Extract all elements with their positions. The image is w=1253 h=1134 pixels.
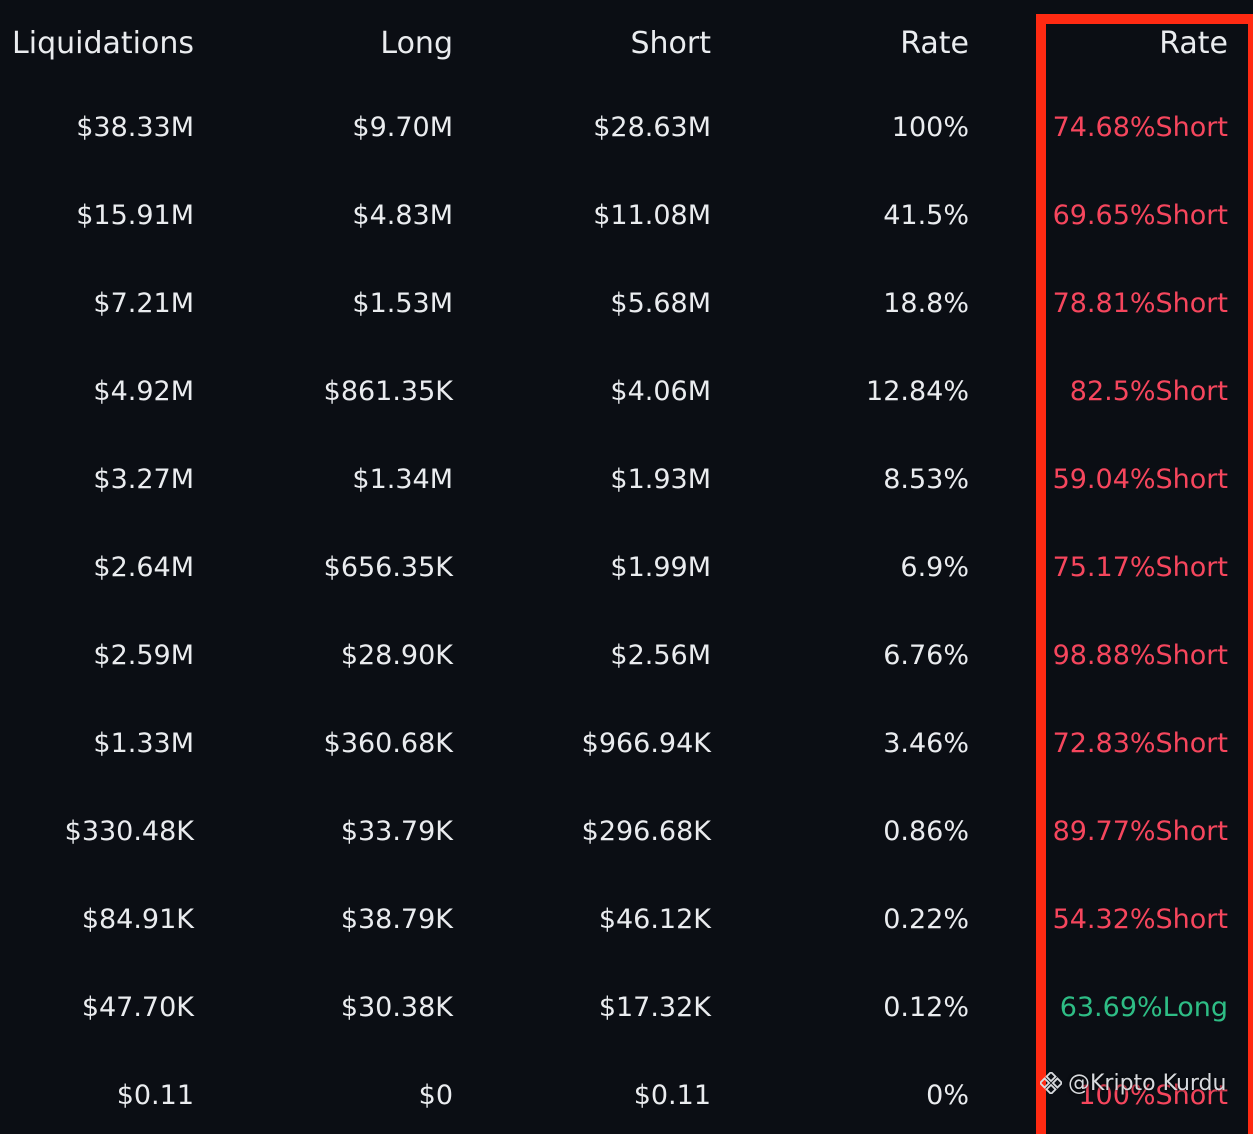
cell-short: $966.94K: [581, 728, 711, 759]
cell-rate: 18.8%: [883, 288, 969, 319]
cell-rate: 3.46%: [883, 728, 969, 759]
cell-long: $38.79K: [340, 904, 453, 935]
cell-side-rate: 72.83%Short: [1052, 728, 1228, 759]
cell-liquidations: $2.59M: [93, 640, 194, 671]
table-row[interactable]: $2.59M $28.90K $2.56M 6.76% 98.88%Short: [0, 626, 1253, 686]
cell-rate: 0.12%: [883, 992, 969, 1023]
cell-short: $11.08M: [593, 200, 711, 231]
cell-long: $1.34M: [352, 464, 453, 495]
cell-short: $5.68M: [610, 288, 711, 319]
cell-liquidations: $2.64M: [93, 552, 194, 583]
cell-side-rate: 63.69%Long: [1059, 992, 1228, 1023]
cell-short: $28.63M: [593, 112, 711, 143]
cell-rate: 0.22%: [883, 904, 969, 935]
cell-long: $4.83M: [352, 200, 453, 231]
cell-short: $46.12K: [598, 904, 711, 935]
table-row[interactable]: $38.33M $9.70M $28.63M 100% 74.68%Short: [0, 98, 1253, 158]
header-rate[interactable]: Rate: [729, 14, 969, 74]
cell-short: $0.11: [633, 1080, 711, 1111]
cell-side-rate: 54.32%Short: [1052, 904, 1228, 935]
cell-short: $4.06M: [610, 376, 711, 407]
cell-rate: 6.76%: [883, 640, 969, 671]
cell-side-rate: 69.65%Short: [1052, 200, 1228, 231]
table-row[interactable]: $1.33M $360.68K $966.94K 3.46% 72.83%Short: [0, 714, 1253, 774]
cell-short: $296.68K: [581, 816, 711, 847]
cell-rate: 100%: [891, 112, 969, 143]
cell-short: $2.56M: [610, 640, 711, 671]
cell-long: $28.90K: [340, 640, 453, 671]
cell-long: $30.38K: [340, 992, 453, 1023]
table-row[interactable]: $15.91M $4.83M $11.08M 41.5% 69.65%Short: [0, 186, 1253, 246]
table-row[interactable]: $3.27M $1.34M $1.93M 8.53% 59.04%Short: [0, 450, 1253, 510]
table-header: Liquidations Long Short Rate Rate: [0, 14, 1253, 74]
header-side-rate[interactable]: Rate: [1028, 14, 1228, 74]
cell-side-rate: 75.17%Short: [1052, 552, 1228, 583]
cell-liquidations: $330.48K: [64, 816, 194, 847]
cell-side-rate: 82.5%Short: [1069, 376, 1228, 407]
cell-rate: 12.84%: [866, 376, 969, 407]
table-row[interactable]: $330.48K $33.79K $296.68K 0.86% 89.77%Short: [0, 802, 1253, 862]
cell-long: $0: [418, 1080, 453, 1111]
cell-long: $1.53M: [352, 288, 453, 319]
cell-long: $861.35K: [323, 376, 453, 407]
cell-liquidations: $4.92M: [93, 376, 194, 407]
header-liquidations[interactable]: Liquidations: [4, 14, 194, 74]
cell-liquidations: $7.21M: [93, 288, 194, 319]
cell-long: $9.70M: [352, 112, 453, 143]
cell-liquidations: $84.91K: [81, 904, 194, 935]
table-row[interactable]: $4.92M $861.35K $4.06M 12.84% 82.5%Short: [0, 362, 1253, 422]
cell-long: $360.68K: [323, 728, 453, 759]
cell-short: $17.32K: [598, 992, 711, 1023]
cell-liquidations: $0.11: [116, 1080, 194, 1111]
cell-rate: 6.9%: [900, 552, 969, 583]
table-row[interactable]: $84.91K $38.79K $46.12K 0.22% 54.32%Short: [0, 890, 1253, 950]
cell-liquidations: $3.27M: [93, 464, 194, 495]
cell-side-rate: 74.68%Short: [1052, 112, 1228, 143]
cell-short: $1.99M: [610, 552, 711, 583]
cell-liquidations: $38.33M: [76, 112, 194, 143]
watermark: @Kripto Kurdu: [1040, 1066, 1226, 1100]
cell-liquidations: $15.91M: [76, 200, 194, 231]
header-long[interactable]: Long: [213, 14, 453, 74]
cell-rate: 0.86%: [883, 816, 969, 847]
watermark-text: @Kripto Kurdu: [1068, 1070, 1227, 1096]
table-row[interactable]: $47.70K $30.38K $17.32K 0.12% 63.69%Long: [0, 978, 1253, 1038]
header-short[interactable]: Short: [471, 14, 711, 74]
binance-logo-icon: [1040, 1072, 1062, 1094]
cell-side-rate: 59.04%Short: [1052, 464, 1228, 495]
cell-short: $1.93M: [610, 464, 711, 495]
cell-long: $656.35K: [323, 552, 453, 583]
cell-liquidations: $1.33M: [93, 728, 194, 759]
cell-side-rate: 78.81%Short: [1052, 288, 1228, 319]
cell-rate: 0%: [926, 1080, 969, 1111]
cell-long: $33.79K: [340, 816, 453, 847]
cell-rate: 41.5%: [883, 200, 969, 231]
cell-side-rate: 89.77%Short: [1052, 816, 1228, 847]
cell-rate: 8.53%: [883, 464, 969, 495]
table-row[interactable]: $2.64M $656.35K $1.99M 6.9% 75.17%Short: [0, 538, 1253, 598]
table-row[interactable]: $7.21M $1.53M $5.68M 18.8% 78.81%Short: [0, 274, 1253, 334]
cell-liquidations: $47.70K: [81, 992, 194, 1023]
cell-side-rate: 98.88%Short: [1052, 640, 1228, 671]
